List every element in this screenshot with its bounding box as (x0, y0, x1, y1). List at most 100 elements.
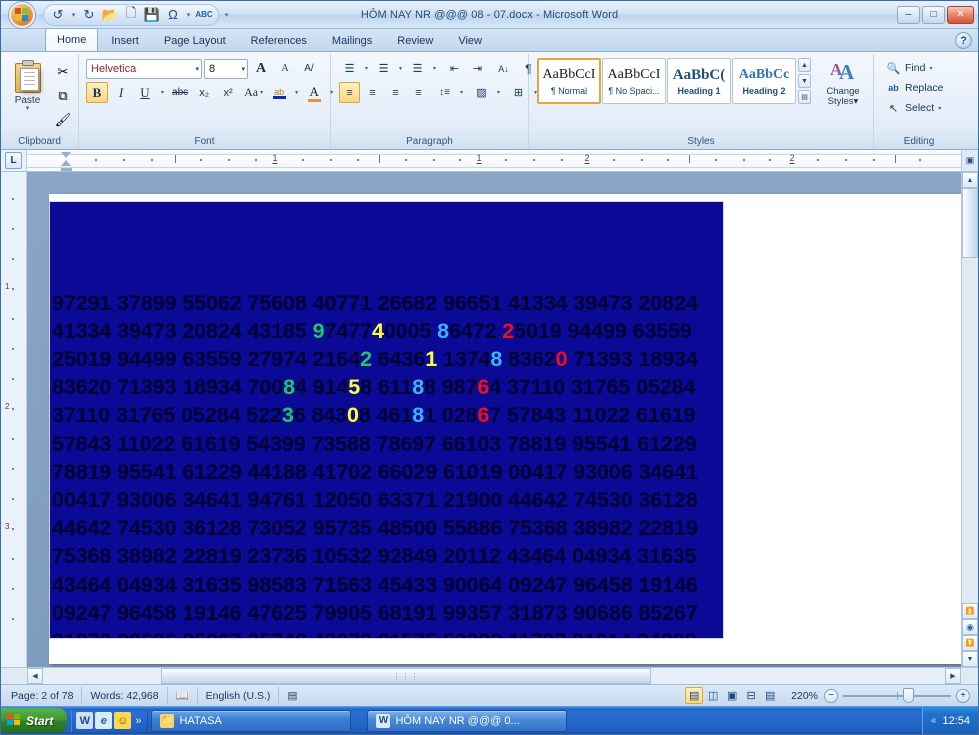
strikethrough-button[interactable]: abc (169, 82, 191, 103)
zoom-slider-thumb[interactable] (903, 687, 915, 703)
underline-dropdown-icon[interactable]: ▾ (158, 82, 167, 103)
shrink-font-icon[interactable]: A (274, 58, 296, 79)
office-button[interactable] (3, 1, 41, 28)
redo-icon[interactable]: ↻ (79, 5, 99, 24)
grow-font-icon[interactable]: A (250, 58, 272, 79)
cut-icon[interactable]: ✂ (51, 61, 75, 82)
bullets-dropdown-icon[interactable]: ▾ (362, 58, 371, 79)
horizontal-scroll-thumb[interactable]: ⋮⋮⋮ (161, 668, 651, 684)
customize-qat-icon[interactable]: ▾ (222, 5, 231, 24)
borders-button[interactable]: ⊞ (508, 82, 529, 103)
style-no-spacing[interactable]: AaBbCcI ¶ No Spaci... (602, 58, 666, 104)
macro-recording-button[interactable]: ▤ (279, 687, 305, 704)
bold-button[interactable]: B (86, 82, 108, 103)
save-icon[interactable]: 💾 (142, 5, 162, 24)
tab-insert[interactable]: Insert (99, 30, 151, 51)
styles-more-icon[interactable]: ▤ (798, 90, 811, 104)
zoom-level[interactable]: 220% (785, 690, 824, 702)
tab-view[interactable]: View (446, 30, 494, 51)
line-spacing-button[interactable]: ↕≡ (434, 82, 455, 103)
vertical-scrollbar[interactable]: ▲ ⏫ ◉ ⏬ ▼ (961, 172, 978, 667)
maximize-button[interactable]: □ (922, 5, 945, 24)
close-button[interactable]: ✕ (947, 5, 974, 24)
view-draft-button[interactable]: ▤ (761, 687, 779, 704)
format-painter-icon[interactable]: 🖌 (51, 109, 75, 130)
font-size-combo[interactable]: 8 ▾ (204, 58, 248, 79)
multilevel-dropdown-icon[interactable]: ▾ (430, 58, 439, 79)
highlight-dropdown-icon[interactable]: ▾ (292, 82, 301, 103)
vertical-ruler[interactable]: 1 2 3 (1, 172, 27, 667)
bullets-button[interactable]: ☰ (339, 58, 360, 79)
word-quick-launch-icon[interactable]: W (76, 712, 94, 729)
undo-dropdown-icon[interactable]: ▾ (69, 5, 78, 24)
line-spacing-dropdown-icon[interactable]: ▾ (457, 82, 466, 103)
scroll-up-icon[interactable]: ▲ (962, 172, 978, 188)
minimize-button[interactable]: – (897, 5, 920, 24)
change-case-button[interactable]: Aa ▾ (241, 82, 266, 103)
page-indicator[interactable]: Page: 2 of 78 (3, 687, 83, 704)
change-styles-button[interactable]: A A Change Styles▾ (817, 58, 869, 107)
zoom-slider-track[interactable] (843, 687, 951, 703)
next-page-icon[interactable]: ⏬ (962, 635, 978, 651)
spelling-check-icon[interactable]: ABC (194, 5, 214, 24)
style-heading-2[interactable]: AaBbCc Heading 2 (732, 58, 796, 104)
decrease-indent-button[interactable]: ⇤ (444, 58, 465, 79)
messenger-quick-launch-icon[interactable]: ☺ (114, 712, 132, 729)
horizontal-scroll-track[interactable]: ⋮⋮⋮ (43, 668, 945, 684)
superscript-button[interactable]: x² (217, 82, 239, 103)
clear-formatting-icon[interactable]: A/ (298, 58, 320, 79)
start-button[interactable]: Start (1, 708, 68, 733)
paste-button[interactable]: Paste ▾ (4, 58, 51, 112)
style-heading-1[interactable]: AaBbC( Heading 1 (667, 58, 731, 104)
language-indicator[interactable]: English (U.S.) (198, 687, 280, 704)
number-grid-block[interactable]: 97291 37899 55062 75608 40771 26682 9665… (49, 201, 724, 639)
ruler-toggle-icon[interactable]: ▣ (961, 150, 978, 171)
scroll-right-icon[interactable]: ▶ (945, 668, 961, 684)
numbering-dropdown-icon[interactable]: ▾ (396, 58, 405, 79)
zoom-in-button[interactable]: + (956, 688, 970, 703)
zoom-slider[interactable]: − + (824, 687, 976, 703)
new-document-icon[interactable]: 🗋 (121, 5, 141, 24)
undo-icon[interactable]: ↺ (48, 5, 68, 24)
sort-button[interactable]: A↓ (493, 58, 514, 79)
styles-scroll-down-icon[interactable]: ▼ (798, 74, 811, 88)
view-print-layout-button[interactable]: ▤ (685, 687, 704, 704)
align-left-button[interactable]: ≡ (339, 82, 360, 103)
browser-quick-launch-icon[interactable]: e (95, 712, 113, 729)
subscript-button[interactable]: x₂ (193, 82, 215, 103)
find-button[interactable]: 🔍 Find ▾ (883, 58, 935, 78)
tab-stop-selector[interactable]: L (1, 150, 27, 171)
clock[interactable]: 12:54 (942, 715, 970, 727)
tab-review[interactable]: Review (385, 30, 445, 51)
multilevel-list-button[interactable]: ☰ (407, 58, 428, 79)
word-count[interactable]: Words: 42,968 (82, 687, 168, 704)
open-icon[interactable]: 📂 (100, 5, 120, 24)
replace-button[interactable]: ab Replace (883, 78, 947, 98)
shading-button[interactable]: ▨ (471, 82, 492, 103)
scroll-down-icon[interactable]: ▼ (962, 651, 978, 667)
font-color-button[interactable]: A (303, 82, 325, 103)
font-name-combo[interactable]: Helvetica ▾ (86, 58, 202, 79)
help-icon[interactable]: ? (955, 32, 972, 49)
proofing-status[interactable]: 📖 (168, 687, 198, 704)
previous-page-icon[interactable]: ⏫ (962, 603, 978, 619)
tab-mailings[interactable]: Mailings (320, 30, 384, 51)
justify-button[interactable]: ≡ (408, 82, 429, 103)
increase-indent-button[interactable]: ⇥ (467, 58, 488, 79)
select-browse-object-icon[interactable]: ◉ (962, 619, 978, 635)
style-normal[interactable]: AaBbCcI ¶ Normal (537, 58, 601, 104)
taskbar-item-hatasa[interactable]: 📁 HATASA (151, 709, 352, 732)
shading-dropdown-icon[interactable]: ▾ (494, 82, 503, 103)
align-right-button[interactable]: ≡ (385, 82, 406, 103)
underline-button[interactable]: U (134, 82, 156, 103)
view-outline-button[interactable]: ⊟ (742, 687, 760, 704)
symbol-icon[interactable]: Ω (163, 5, 183, 24)
horizontal-scrollbar[interactable]: ◀ ⋮⋮⋮ ▶ (1, 667, 978, 684)
horizontal-ruler[interactable]: 1 1 2 2 (27, 150, 961, 171)
vertical-scroll-track[interactable] (962, 258, 978, 603)
text-highlight-button[interactable]: ab (268, 82, 290, 103)
align-center-button[interactable]: ≡ (362, 82, 383, 103)
tab-page-layout[interactable]: Page Layout (152, 30, 238, 51)
document-page[interactable]: 97291 37899 55062 75608 40771 26682 9665… (49, 194, 978, 664)
view-web-layout-button[interactable]: ▣ (723, 687, 741, 704)
